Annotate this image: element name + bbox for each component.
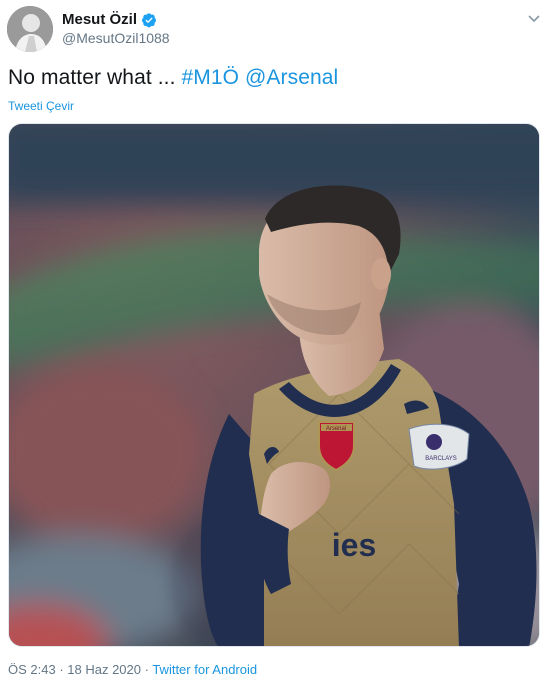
display-name[interactable]: Mesut Özil: [62, 11, 137, 28]
tweet-header: Mesut Özil @MesutOzil1088: [7, 6, 543, 52]
user-handle[interactable]: @MesutOzil1088: [62, 30, 170, 46]
name-row: Mesut Özil: [62, 11, 157, 28]
tweet-text: No matter what ... #M1Ö @Arsenal: [8, 66, 338, 90]
tweet-photo[interactable]: Arsenal ies BARCLAYS: [8, 123, 540, 647]
tweet-date[interactable]: 18 Haz 2020: [67, 662, 141, 677]
meta-separator: ·: [55, 662, 68, 677]
chevron-down-icon[interactable]: [527, 12, 541, 26]
translate-tweet-link[interactable]: Tweeti Çevir: [8, 99, 74, 113]
mention-link[interactable]: @Arsenal: [245, 66, 338, 89]
avatar[interactable]: [7, 6, 53, 52]
photo: Arsenal ies BARCLAYS: [9, 124, 539, 646]
tweet-source-link[interactable]: Twitter for Android: [152, 662, 257, 677]
tweet-time[interactable]: ÖS 2:43: [8, 662, 56, 677]
verified-badge-icon: [142, 12, 157, 27]
tweet-meta: ÖS 2:43 · 18 Haz 2020 · Twitter for Andr…: [8, 662, 257, 677]
tweet-text-plain: No matter what ...: [8, 66, 182, 89]
hashtag-link[interactable]: #M1Ö: [181, 66, 239, 89]
meta-separator: ·: [141, 662, 153, 677]
